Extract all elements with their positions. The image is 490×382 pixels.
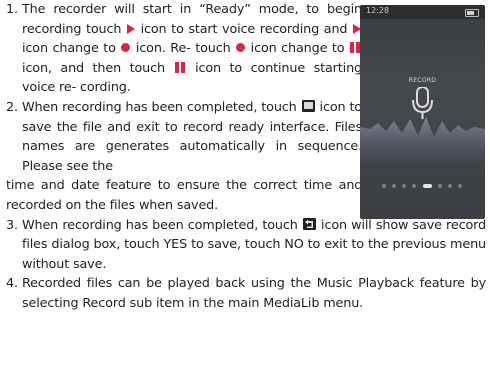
record-label: RECORD — [408, 77, 437, 84]
page-dot[interactable] — [382, 184, 386, 188]
page-dot[interactable] — [412, 184, 417, 188]
clock: 12:28 — [366, 6, 390, 15]
page-dot[interactable] — [457, 184, 462, 188]
page-indicator[interactable] — [382, 183, 462, 189]
record-icon — [236, 43, 246, 53]
step-2-text-narrow: When recording has been completed, touch… — [22, 99, 363, 174]
step-number: 3. — [6, 217, 18, 233]
pause-icon — [174, 61, 186, 73]
step-number: 2. — [6, 99, 18, 115]
device-screen: 12:28 RECORD — [360, 5, 485, 219]
microphone-icon[interactable] — [410, 87, 435, 121]
page-dot[interactable] — [447, 184, 452, 188]
page-dot-active[interactable] — [422, 184, 432, 188]
back-icon — [302, 217, 316, 230]
step-1: 1. The recorder will start in “Ready” mo… — [6, 0, 362, 98]
battery-icon — [465, 9, 479, 17]
manual-page: 1. The recorder will start in “Ready” mo… — [0, 0, 490, 382]
play-icon — [126, 23, 135, 34]
waveform — [360, 117, 485, 161]
page-dot[interactable] — [392, 184, 397, 188]
step-3: 3. When recording has been completed, to… — [6, 217, 487, 272]
save-icon — [301, 99, 315, 112]
status-bar: 12:28 — [360, 5, 485, 19]
step-number: 1. — [6, 2, 18, 17]
record-icon — [121, 43, 131, 53]
step-number: 4. — [6, 276, 18, 292]
step-1-text: The recorder will start in “Ready” mode,… — [22, 2, 363, 96]
page-dot[interactable] — [402, 184, 407, 188]
step-4: 4. Recorded files can be played back usi… — [6, 276, 486, 311]
page-dot[interactable] — [437, 184, 442, 188]
